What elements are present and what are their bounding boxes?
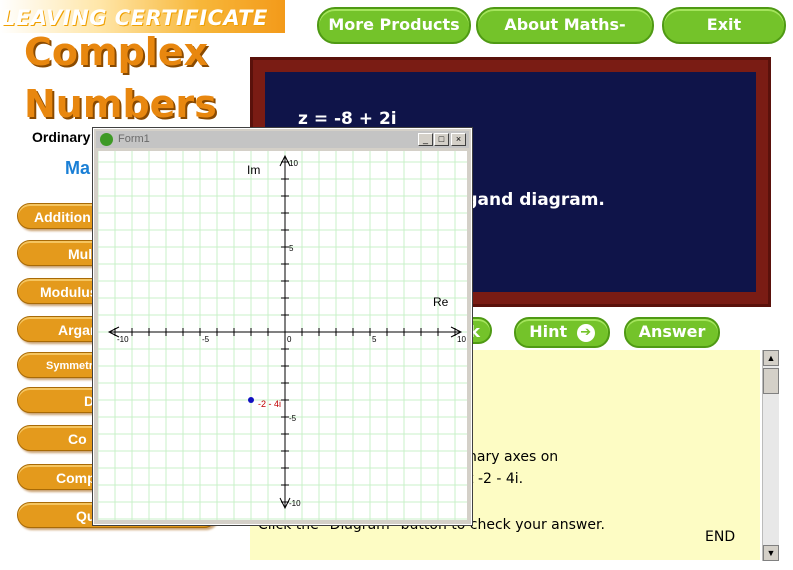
form-window: Form1 _ □ × -10 -5 0 5 10 10 5 -5 -10 Re Im -2 - 4i [92,127,473,526]
hint-button[interactable]: Hint ➔ [514,317,610,348]
y-tick-label: 10 [289,159,298,168]
y-tick-label: 5 [289,244,294,253]
instruction-line1: nary axes on [468,449,559,465]
page-title-line1: Complex [24,30,209,74]
real-axis-label: Re [433,295,449,309]
x-tick-label: -5 [202,335,210,344]
answer-button[interactable]: Answer [624,317,720,348]
level-label: Ordinary [32,129,91,145]
maximize-button[interactable]: □ [434,133,449,146]
x-tick-label: -10 [117,335,129,344]
scroll-up-icon[interactable]: ▲ [763,350,779,366]
page-title-line2: Numbers [24,82,217,126]
end-label: END [705,529,736,545]
y-tick-label: -5 [289,414,297,423]
equation-text: z = -8 + 2i [298,109,397,129]
form-title: Form1 [118,133,150,145]
data-point-label: -2 - 4i [258,399,281,409]
hint-label: Hint [529,322,568,341]
panel-scrollbar[interactable]: ▲ ▼ [762,350,779,561]
app-icon [100,133,113,146]
more-products-button[interactable]: More Products [317,7,471,44]
scroll-down-icon[interactable]: ▼ [763,545,779,561]
close-button[interactable]: × [451,133,466,146]
scroll-thumb[interactable] [763,368,779,394]
x-tick-label: 0 [287,335,292,344]
data-point [248,397,254,403]
banner: LEAVING CERTIFICATE [0,0,285,33]
imaginary-axis-label: Im [247,163,260,177]
about-button[interactable]: About Maths-Master [476,7,654,65]
argand-plot-area[interactable]: -10 -5 0 5 10 10 5 -5 -10 Re Im -2 - 4i [97,151,467,520]
arrow-right-icon: ➔ [576,323,595,342]
section-label: Ma [65,158,91,178]
x-tick-label: 5 [372,335,377,344]
x-tick-label: 10 [457,335,466,344]
argand-diagram: -10 -5 0 5 10 10 5 -5 -10 Re Im -2 - 4i [97,151,467,520]
form-titlebar[interactable]: Form1 _ □ × [96,131,469,148]
y-tick-label: -10 [289,499,301,508]
instruction-line2: t -2 - 4i. [468,471,524,487]
banner-title: LEAVING CERTIFICATE [2,6,268,30]
minimize-button[interactable]: _ [418,133,433,146]
exit-button[interactable]: Exit [662,7,786,44]
question-text: rgand diagram. [457,190,605,210]
